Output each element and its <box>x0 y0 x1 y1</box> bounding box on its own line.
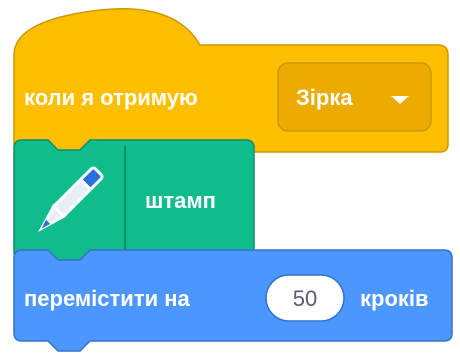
scripts-area: коли я отримую Зірка штамп перемістити н… <box>0 0 460 355</box>
message-dropdown-value[interactable]: Зірка <box>296 85 353 111</box>
move-label: перемістити на <box>24 286 190 311</box>
steps-value[interactable]: 50 <box>266 286 344 312</box>
steps-unit-label: кроків <box>360 286 429 311</box>
stamp-label: штамп <box>145 188 216 213</box>
when-i-receive-label: коли я отримую <box>24 85 198 110</box>
